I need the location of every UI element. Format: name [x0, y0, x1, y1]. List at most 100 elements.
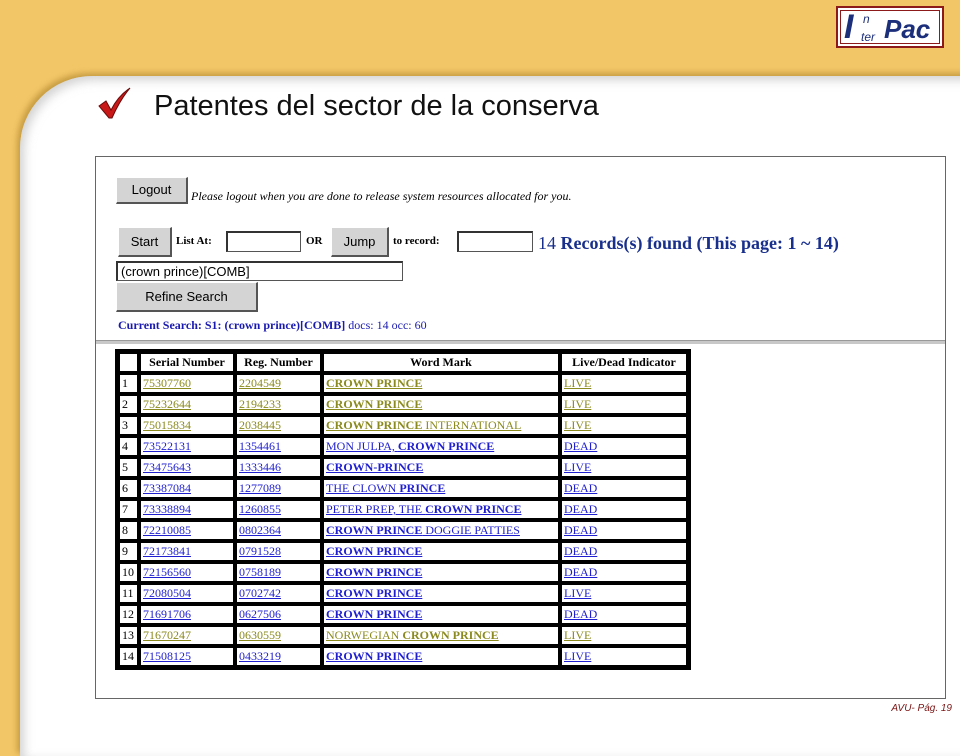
header-serial-number: Serial Number [140, 353, 234, 372]
current-search: Current Search: S1: (crown prince)[COMB]… [118, 318, 427, 333]
status-link[interactable]: LIVE [564, 628, 591, 642]
serial-link[interactable]: 73387084 [143, 481, 191, 495]
status-link[interactable]: DEAD [564, 544, 597, 558]
word-mark-link[interactable]: CROWN PRINCE [326, 607, 422, 621]
status-link[interactable]: DEAD [564, 523, 597, 537]
table-row: 10 72156560 0758189 CROWN PRINCE DEAD [119, 563, 687, 582]
serial-link[interactable]: 71508125 [143, 649, 191, 663]
serial-cell: 73338894 [140, 500, 234, 519]
word-mark-link[interactable]: THE CLOWN PRINCE [326, 481, 445, 495]
word-mark-link[interactable]: PETER PREP, THE CROWN PRINCE [326, 502, 521, 516]
current-search-label: Current Search: S1: (crown prince)[COMB] [118, 318, 346, 332]
refine-search-button[interactable]: Refine Search [116, 282, 258, 312]
status-link[interactable]: LIVE [564, 418, 591, 432]
status-cell: DEAD [561, 437, 687, 456]
reg-link[interactable]: 0702742 [239, 586, 281, 600]
word-mark-link[interactable]: MON JULPA, CROWN PRINCE [326, 439, 494, 453]
serial-cell: 73522131 [140, 437, 234, 456]
serial-cell: 75232644 [140, 395, 234, 414]
reg-link[interactable]: 1333446 [239, 460, 281, 474]
status-link[interactable]: LIVE [564, 397, 591, 411]
status-link[interactable]: LIVE [564, 376, 591, 390]
reg-link[interactable]: 1354461 [239, 439, 281, 453]
serial-link[interactable]: 71691706 [143, 607, 191, 621]
records-count: 14 [538, 233, 556, 253]
reg-link[interactable]: 1277089 [239, 481, 281, 495]
word-mark-link[interactable]: CROWN PRINCE [326, 397, 422, 411]
serial-link[interactable]: 72080504 [143, 586, 191, 600]
word-mark-cell: CROWN PRINCE [323, 395, 559, 414]
reg-cell: 1277089 [236, 479, 321, 498]
word-mark-match: CROWN PRINCE [326, 607, 423, 621]
status-link[interactable]: LIVE [564, 460, 591, 474]
page-footer: AVU- Pág. 19 [891, 703, 952, 714]
word-mark-link[interactable]: CROWN-PRINCE [326, 460, 423, 474]
serial-link[interactable]: 75232644 [143, 397, 191, 411]
serial-link[interactable]: 75307760 [143, 376, 191, 390]
status-link[interactable]: LIVE [564, 649, 591, 663]
serial-link[interactable]: 73522131 [143, 439, 191, 453]
status-link[interactable]: DEAD [564, 439, 597, 453]
logo-pac: Pac [884, 14, 931, 44]
word-mark-cell: CROWN-PRINCE [323, 458, 559, 477]
reg-link[interactable]: 2194233 [239, 397, 281, 411]
serial-link[interactable]: 72210085 [143, 523, 191, 537]
serial-link[interactable]: 73475643 [143, 460, 191, 474]
word-mark-cell: CROWN PRINCE [323, 542, 559, 561]
to-record-input[interactable] [457, 231, 533, 252]
status-cell: LIVE [561, 395, 687, 414]
status-cell: DEAD [561, 605, 687, 624]
serial-link[interactable]: 71670247 [143, 628, 191, 642]
word-mark-link[interactable]: CROWN PRINCE [326, 586, 422, 600]
word-mark-cell: MON JULPA, CROWN PRINCE [323, 437, 559, 456]
word-mark-link[interactable]: CROWN PRINCE DOGGIE PATTIES [326, 523, 520, 537]
word-mark-cell: CROWN PRINCE [323, 647, 559, 666]
status-link[interactable]: DEAD [564, 481, 597, 495]
embedded-search-screenshot: Logout Please logout when you are done t… [95, 156, 946, 699]
word-mark-suffix: INTERNATIONAL [422, 418, 522, 432]
table-row: 9 72173841 0791528 CROWN PRINCE DEAD [119, 542, 687, 561]
serial-link[interactable]: 72156560 [143, 565, 191, 579]
word-mark-link[interactable]: CROWN PRINCE INTERNATIONAL [326, 418, 521, 432]
reg-link[interactable]: 2038445 [239, 418, 281, 432]
word-mark-link[interactable]: NORWEGIAN CROWN PRINCE [326, 628, 499, 642]
serial-link[interactable]: 75015834 [143, 418, 191, 432]
reg-link[interactable]: 0791528 [239, 544, 281, 558]
reg-link[interactable]: 0627506 [239, 607, 281, 621]
serial-link[interactable]: 72173841 [143, 544, 191, 558]
reg-link[interactable]: 0758189 [239, 565, 281, 579]
logout-button[interactable]: Logout [116, 177, 188, 204]
list-at-input[interactable] [226, 231, 301, 252]
word-mark-link[interactable]: CROWN PRINCE [326, 376, 422, 390]
reg-link[interactable]: 1260855 [239, 502, 281, 516]
word-mark-link[interactable]: CROWN PRINCE [326, 544, 422, 558]
row-index: 14 [119, 647, 138, 666]
reg-link[interactable]: 0630559 [239, 628, 281, 642]
reg-link[interactable]: 0433219 [239, 649, 281, 663]
reg-link[interactable]: 0802364 [239, 523, 281, 537]
jump-button[interactable]: Jump [331, 227, 389, 257]
status-link[interactable]: DEAD [564, 607, 597, 621]
word-mark-link[interactable]: CROWN PRINCE [326, 649, 422, 663]
row-index: 4 [119, 437, 138, 456]
reg-cell: 0791528 [236, 542, 321, 561]
serial-cell: 72210085 [140, 521, 234, 540]
status-link[interactable]: DEAD [564, 502, 597, 516]
query-input[interactable]: (crown prince)[COMB] [116, 261, 403, 281]
reg-cell: 0630559 [236, 626, 321, 645]
table-row: 5 73475643 1333446 CROWN-PRINCE LIVE [119, 458, 687, 477]
status-link[interactable]: LIVE [564, 586, 591, 600]
table-row: 8 72210085 0802364 CROWN PRINCE DOGGIE PATT… [119, 521, 687, 540]
status-link[interactable]: DEAD [564, 565, 597, 579]
serial-cell: 72080504 [140, 584, 234, 603]
or-label: OR [306, 235, 323, 247]
status-cell: DEAD [561, 542, 687, 561]
reg-link[interactable]: 2204549 [239, 376, 281, 390]
start-button[interactable]: Start [118, 227, 172, 257]
serial-link[interactable]: 73338894 [143, 502, 191, 516]
word-mark-cell: CROWN PRINCE [323, 374, 559, 393]
reg-cell: 2204549 [236, 374, 321, 393]
checkmark-icon [98, 87, 131, 119]
row-index: 11 [119, 584, 138, 603]
word-mark-link[interactable]: CROWN PRINCE [326, 565, 422, 579]
